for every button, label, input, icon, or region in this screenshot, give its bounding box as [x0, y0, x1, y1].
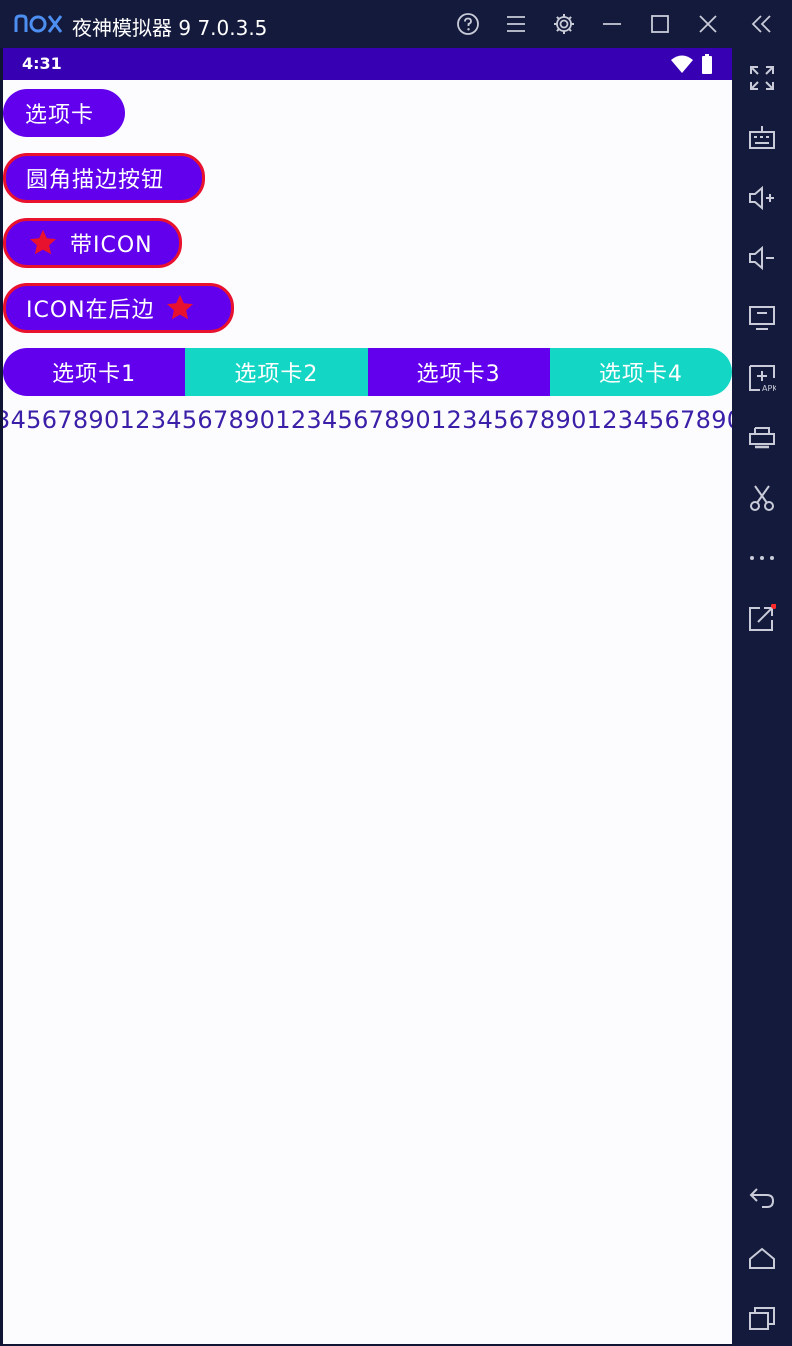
android-screen: 4:31 选项卡 圆角描边按钮 带ICON ICON在后边 选项卡1 选项卡2 …	[3, 48, 732, 1344]
battery-icon	[702, 54, 712, 74]
volume-down-icon[interactable]	[748, 244, 776, 272]
tab-style-button-label: 选项卡	[25, 103, 95, 128]
rounded-stroke-button[interactable]: 圆角描边按钮	[3, 153, 205, 203]
tab-1[interactable]: 选项卡1	[3, 348, 186, 396]
wifi-icon	[671, 55, 693, 73]
minimize-icon[interactable]	[600, 12, 624, 36]
scissors-icon[interactable]	[748, 484, 776, 512]
external-link-icon[interactable]	[748, 604, 776, 632]
tab-label: 选项卡2	[234, 362, 319, 387]
back-icon[interactable]	[748, 1184, 776, 1212]
icon-right-button-label: ICON在后边	[26, 298, 155, 323]
print-icon[interactable]	[748, 424, 776, 452]
tab-label: 选项卡1	[52, 362, 137, 387]
home-icon[interactable]	[748, 1244, 776, 1272]
tab-style-button[interactable]: 选项卡	[3, 89, 125, 137]
more-icon[interactable]	[748, 544, 776, 572]
fullscreen-icon[interactable]	[748, 64, 776, 92]
star-icon	[30, 229, 56, 255]
rounded-stroke-button-label: 圆角描边按钮	[26, 168, 165, 193]
settings-icon[interactable]	[552, 12, 576, 36]
icon-left-button-label: 带ICON	[70, 233, 153, 258]
keyboard-icon[interactable]	[748, 124, 776, 152]
screen-icon[interactable]	[748, 304, 776, 332]
marquee-text: 3456789012345678901234567890123456789012…	[3, 406, 732, 434]
close-icon[interactable]	[696, 12, 720, 36]
status-time: 4:31	[22, 54, 62, 73]
icon-left-button[interactable]: 带ICON	[3, 218, 182, 268]
window-title: 夜神模拟器 9 7.0.3.5	[72, 16, 268, 40]
svg-text:APK: APK	[762, 384, 776, 392]
tab-2[interactable]: 选项卡2	[185, 348, 368, 396]
tab-bar: 选项卡1 选项卡2 选项卡3 选项卡4	[3, 348, 732, 396]
star-icon	[166, 294, 193, 320]
emulator-side-toolbar: APK	[732, 48, 792, 1346]
nox-logo	[14, 14, 63, 33]
tab-3[interactable]: 选项卡3	[367, 348, 550, 396]
recents-icon[interactable]	[748, 1304, 776, 1332]
apk-icon[interactable]: APK	[748, 364, 776, 392]
maximize-icon[interactable]	[648, 12, 672, 36]
icon-right-button[interactable]: ICON在后边	[3, 283, 234, 333]
tab-4[interactable]: 选项卡4	[549, 348, 732, 396]
collapse-sidebar-icon[interactable]	[750, 12, 774, 36]
menu-icon[interactable]	[504, 12, 528, 36]
tab-label: 选项卡3	[416, 362, 501, 387]
status-bar: 4:31	[3, 48, 732, 80]
emulator-title-bar: 夜神模拟器 9 7.0.3.5	[0, 0, 792, 48]
tab-label: 选项卡4	[598, 362, 683, 387]
help-icon[interactable]	[456, 12, 480, 36]
volume-up-icon[interactable]	[748, 184, 776, 212]
